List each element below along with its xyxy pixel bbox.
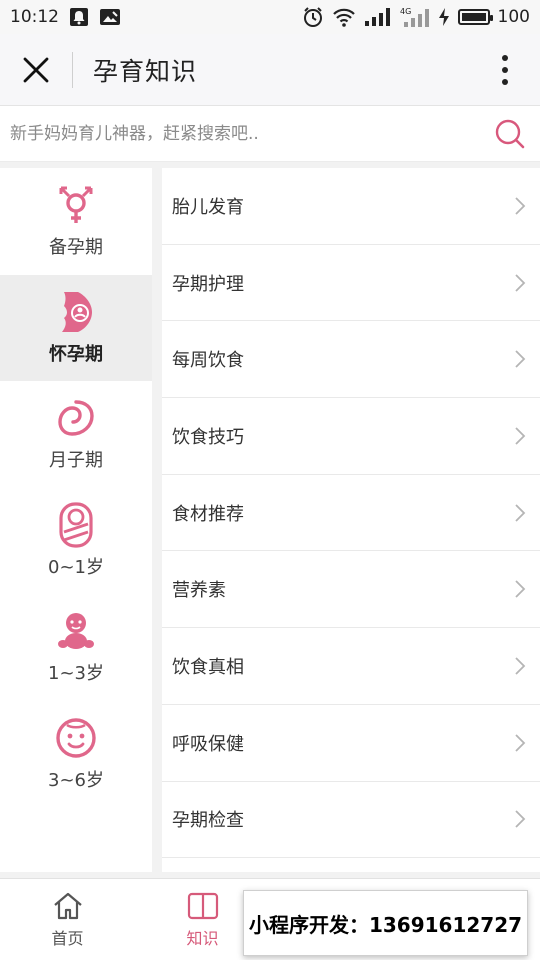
list-item-diet-truths[interactable]: 饮食真相 — [162, 628, 540, 705]
charging-icon — [438, 7, 450, 27]
status-bar: 10:12 4G 100 — [0, 0, 540, 34]
header: 孕育知识 — [0, 34, 540, 106]
pregnant-belly-icon — [54, 290, 98, 334]
header-divider — [72, 51, 73, 88]
chevron-right-icon — [500, 579, 540, 599]
tab-label: 知识 — [186, 928, 219, 948]
list-item-label: 孕期护理 — [172, 273, 244, 295]
home-icon — [53, 892, 82, 919]
signal-icon — [364, 7, 392, 27]
sidebar-item-label: 3~6岁 — [48, 769, 104, 791]
image-notification-icon — [99, 7, 121, 27]
list-item-label: 饮食真相 — [172, 656, 244, 678]
page-title: 孕育知识 — [93, 56, 198, 86]
chevron-right-icon — [500, 426, 540, 446]
sidebar-item-label: 0~1岁 — [48, 556, 104, 578]
close-button[interactable] — [0, 34, 72, 106]
wifi-icon — [332, 7, 356, 27]
book-icon — [187, 892, 218, 919]
list-item-label: 饮食技巧 — [172, 426, 244, 448]
gender-symbol-icon — [54, 183, 98, 227]
postpartum-icon — [54, 396, 98, 440]
sidebar-item-infant[interactable]: 0~1岁 — [0, 488, 152, 595]
swaddled-baby-icon — [54, 502, 98, 548]
toddler-icon — [54, 609, 98, 653]
chevron-right-icon — [500, 349, 540, 369]
battery-level: 100 — [497, 7, 530, 27]
sidebar-item-postpartum[interactable]: 月子期 — [0, 381, 152, 488]
topic-list: 胎儿发育 孕期护理 每周饮食 饮食技巧 食材推荐 营养素 饮食真相 呼吸保健 孕… — [162, 168, 540, 872]
sidebar-item-label: 怀孕期 — [49, 343, 103, 365]
battery-icon — [457, 9, 493, 25]
chevron-right-icon — [500, 733, 540, 753]
alarm-icon — [302, 6, 324, 28]
chevron-right-icon — [500, 656, 540, 676]
chevron-right-icon — [500, 273, 540, 293]
tab-home[interactable]: 首页 — [0, 879, 135, 960]
sidebar-item-label: 月子期 — [49, 450, 103, 472]
signal-4g-icon: 4G — [400, 6, 430, 28]
list-item-label: 营养素 — [172, 580, 226, 602]
list-item-diet-tips[interactable]: 饮食技巧 — [162, 398, 540, 475]
svg-text:4G: 4G — [400, 7, 411, 16]
list-item-fetal-development[interactable]: 胎儿发育 — [162, 168, 540, 245]
search-input[interactable] — [10, 113, 480, 154]
sidebar-item-label: 1~3岁 — [48, 663, 104, 685]
list-item-label: 孕期检查 — [172, 810, 244, 832]
sidebar-item-preparing[interactable]: 备孕期 — [0, 168, 152, 275]
sidebar-item-pregnancy[interactable]: 怀孕期 — [0, 274, 152, 381]
child-face-icon — [54, 716, 98, 760]
search-icon — [495, 119, 525, 148]
chevron-right-icon — [500, 503, 540, 523]
list-item-nutrients[interactable]: 营养素 — [162, 551, 540, 629]
search-button[interactable] — [480, 106, 540, 162]
list-item-label: 食材推荐 — [172, 503, 244, 525]
more-dot-icon — [502, 66, 508, 73]
list-item-pregnancy-care[interactable]: 孕期护理 — [162, 245, 540, 322]
chevron-right-icon — [500, 809, 540, 829]
more-menu-button[interactable] — [470, 34, 540, 106]
close-icon — [23, 57, 49, 82]
sidebar-item-label: 备孕期 — [49, 237, 103, 259]
list-item-prenatal-checkups[interactable]: 孕期检查 — [162, 782, 540, 859]
list-item-label: 每周饮食 — [172, 350, 244, 372]
list-item-label: 胎儿发育 — [172, 196, 244, 218]
sidebar-item-child[interactable]: 3~6岁 — [0, 701, 152, 808]
status-time: 10:12 — [10, 7, 59, 27]
list-item-respiratory-health[interactable]: 呼吸保健 — [162, 705, 540, 782]
search-bar — [0, 106, 540, 162]
list-item-weekly-diet[interactable]: 每周饮食 — [162, 321, 540, 399]
sidebar-item-toddler[interactable]: 1~3岁 — [0, 594, 152, 701]
notification-icon — [69, 7, 89, 27]
list-item-label: 呼吸保健 — [172, 733, 244, 755]
category-sidebar: 备孕期 怀孕期 月子期 0~1岁 1~3岁 3~6岁 — [0, 168, 152, 872]
promo-banner: 小程序开发：13691612727 — [243, 890, 528, 956]
more-dot-icon — [502, 54, 508, 61]
more-dot-icon — [502, 78, 508, 85]
chevron-right-icon — [500, 196, 540, 216]
tab-label: 首页 — [51, 928, 84, 948]
list-item-food-recommendations[interactable]: 食材推荐 — [162, 475, 540, 552]
